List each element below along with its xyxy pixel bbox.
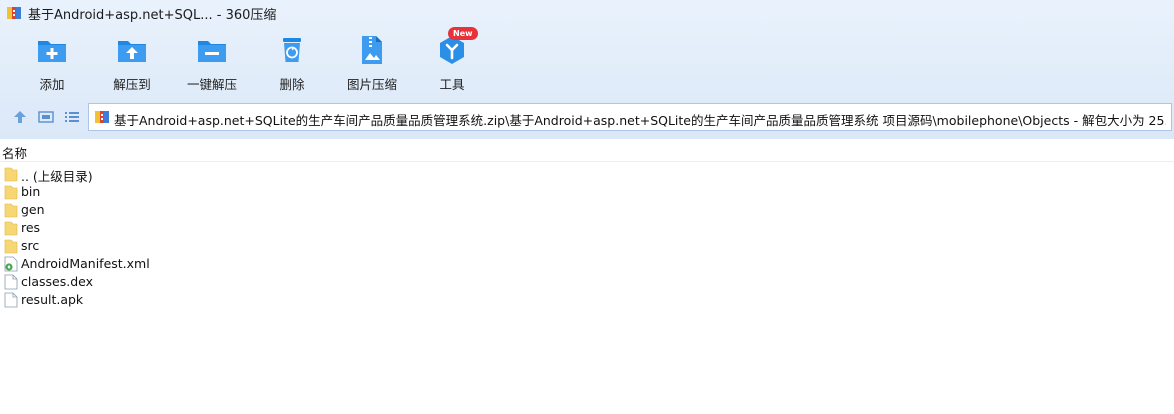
one-click-extract-label: 一键解压: [186, 77, 237, 92]
one-click-extract-icon: [198, 41, 226, 62]
delete-icon: [283, 38, 301, 62]
new-badge: New: [448, 27, 478, 40]
list-view-icon[interactable]: [64, 109, 80, 125]
file-name: res: [21, 220, 41, 235]
file-name: src: [21, 238, 40, 253]
xml-file-icon: [4, 256, 18, 272]
folder-icon: [4, 203, 18, 218]
path-field[interactable]: 基于Android+asp.net+SQLite的生产车间产品质量品质管理系统.…: [88, 103, 1172, 131]
file-name: gen: [21, 202, 45, 217]
folder-icon: [4, 221, 18, 236]
one-click-extract-button[interactable]: 一键解压: [172, 30, 252, 96]
archive-app-icon: [7, 7, 21, 19]
file-row[interactable]: src: [0, 237, 1174, 255]
add-button[interactable]: 添加: [12, 30, 92, 96]
toolbar: 添加 解压到 一键解压 删除 图片压缩 New 工具: [0, 27, 1174, 96]
delete-button[interactable]: 删除: [252, 30, 332, 96]
up-arrow-icon[interactable]: [12, 109, 28, 125]
file-row[interactable]: bin: [0, 183, 1174, 201]
add-label: 添加: [39, 77, 65, 92]
delete-label: 删除: [279, 77, 305, 92]
add-icon: [38, 41, 66, 62]
folder-icon: [4, 239, 18, 254]
folder-icon: [4, 167, 18, 182]
column-header: 名称: [0, 139, 1174, 162]
thumbnail-view-icon[interactable]: [38, 109, 54, 125]
tools-button[interactable]: New 工具: [412, 27, 492, 96]
file-row[interactable]: result.apk: [0, 291, 1174, 309]
path-text: 基于Android+asp.net+SQLite的生产车间产品质量品质管理系统.…: [114, 113, 1166, 128]
window-chrome: 基于Android+asp.net+SQL... - 360压缩 添加 解压到: [0, 0, 1174, 139]
file-icon: [4, 292, 18, 308]
image-compress-button[interactable]: 图片压缩: [332, 30, 412, 96]
file-list: 名称 .. (上级目录) bin gen res src AndroidManifest.…: [0, 139, 1174, 414]
image-compress-icon: [362, 36, 382, 64]
archive-icon: [95, 111, 109, 123]
image-compress-label: 图片压缩: [346, 77, 397, 92]
file-row[interactable]: classes.dex: [0, 273, 1174, 291]
folder-icon: [4, 185, 18, 200]
file-name: bin: [21, 184, 41, 199]
file-row[interactable]: gen: [0, 201, 1174, 219]
file-icon: [4, 274, 18, 290]
title-bar: 基于Android+asp.net+SQL... - 360压缩: [0, 0, 1174, 26]
name-column-header[interactable]: 名称: [2, 143, 27, 162]
file-name: AndroidManifest.xml: [21, 256, 150, 271]
extract-to-label: 解压到: [113, 77, 151, 92]
extract-to-button[interactable]: 解压到: [92, 30, 172, 96]
window-title: 基于Android+asp.net+SQL... - 360压缩: [28, 8, 277, 23]
extract-to-icon: [118, 41, 146, 62]
file-row[interactable]: AndroidManifest.xml: [0, 255, 1174, 273]
file-row[interactable]: .. (上级目录): [0, 165, 1174, 184]
address-bar: 基于Android+asp.net+SQLite的生产车间产品质量品质管理系统.…: [0, 101, 1174, 133]
file-name: classes.dex: [21, 274, 94, 289]
tools-label: 工具: [439, 77, 465, 92]
file-rows: .. (上级目录) bin gen res src AndroidManifest.xml…: [0, 165, 1174, 309]
file-row[interactable]: res: [0, 219, 1174, 237]
file-name: result.apk: [21, 292, 84, 307]
